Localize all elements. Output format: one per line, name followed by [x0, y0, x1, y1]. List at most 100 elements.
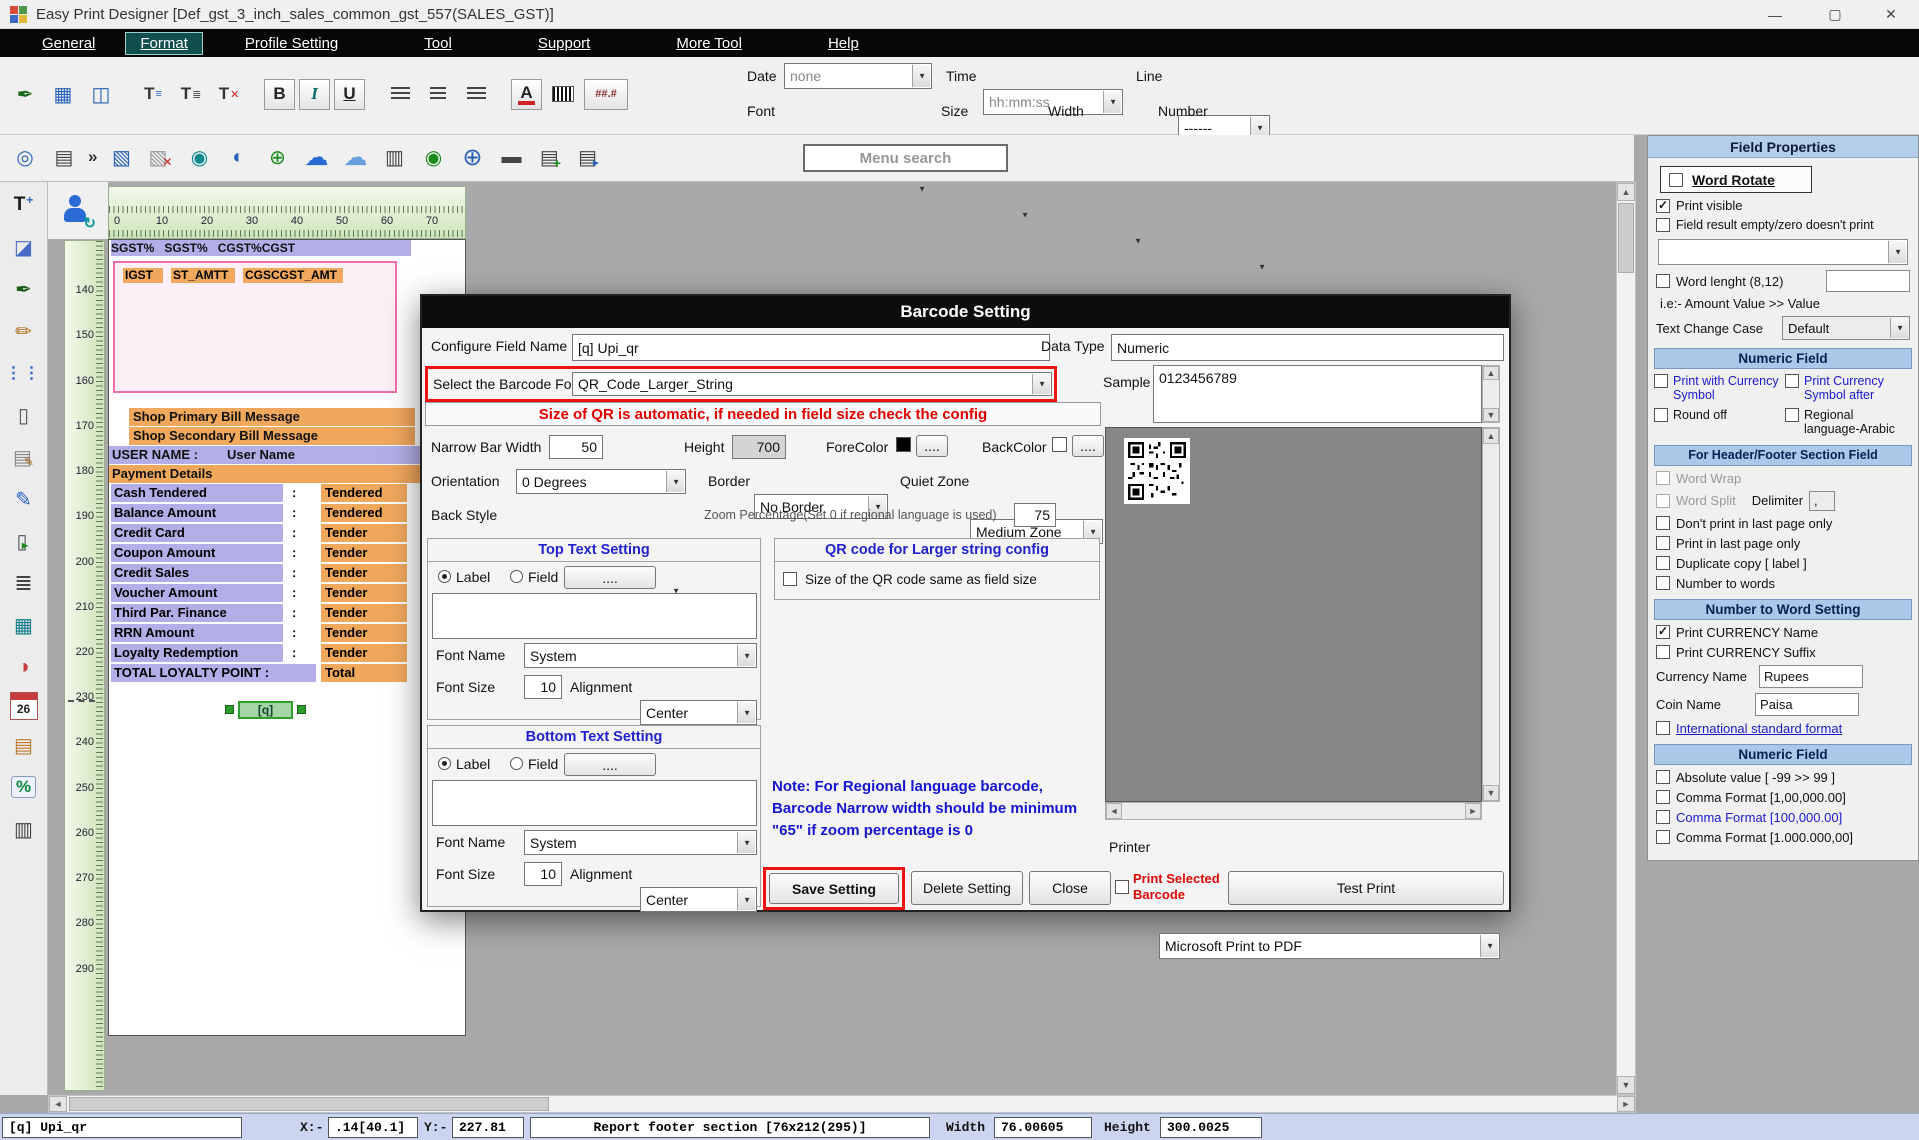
top-font-name-dropdown[interactable]: System — [524, 643, 757, 668]
primary-message-field[interactable]: Shop Primary Bill Message — [129, 408, 415, 426]
globe-icon[interactable] — [455, 140, 489, 174]
text-delete-icon[interactable] — [212, 77, 246, 111]
tax-section-box[interactable]: IGST ST_AMTT CGSCGST_AMT — [113, 261, 397, 393]
delimiter-input[interactable]: , — [1809, 491, 1835, 511]
barcode-font-dropdown[interactable]: QR_Code_Larger_String — [572, 372, 1052, 396]
word-length-checkbox[interactable] — [1656, 274, 1670, 288]
barcode-icon[interactable] — [546, 77, 580, 111]
receipt-row[interactable]: Balance Amount : Tendered — [109, 504, 465, 522]
user-refresh-icon[interactable] — [60, 194, 94, 228]
sample-scrollbar[interactable]: ▲ ▼ — [1482, 365, 1500, 423]
configure-field-name-input[interactable]: [q] Upi_qr — [572, 334, 1050, 361]
preview-scroll-left-icon[interactable]: ◄ — [1106, 803, 1122, 819]
notebook-tool-icon[interactable] — [7, 728, 41, 762]
backcolor-swatch[interactable] — [1052, 437, 1067, 452]
menu-support[interactable]: Support — [534, 33, 595, 54]
numbered-list-tool-icon[interactable] — [7, 566, 41, 600]
maximize-button[interactable]: ▢ — [1812, 0, 1858, 29]
number-to-words-checkbox[interactable] — [1656, 576, 1670, 590]
preview-scroll-down-icon[interactable]: ▼ — [1483, 785, 1499, 801]
gst-row-field[interactable]: SGST% SGST% CGST%CGST — [111, 240, 411, 256]
edit-document-tool-icon[interactable] — [7, 440, 41, 474]
word-rotate-checkbox[interactable] — [1669, 173, 1683, 187]
table-column-icon[interactable] — [84, 77, 118, 111]
text-align-field-icon[interactable] — [136, 77, 170, 111]
align-justify-icon[interactable] — [421, 77, 455, 111]
menu-help[interactable]: Help — [824, 33, 863, 54]
blank-page-tool-icon[interactable] — [7, 398, 41, 432]
delete-setting-button[interactable]: Delete Setting — [911, 871, 1023, 905]
bottom-text-value-area[interactable] — [432, 780, 757, 826]
print-last-checkbox[interactable] — [1656, 536, 1670, 550]
bold-icon[interactable]: B — [264, 79, 295, 110]
close-button-dialog[interactable]: Close — [1029, 871, 1111, 905]
currency-name-input[interactable]: Rupees — [1759, 665, 1863, 688]
printer-export-icon[interactable] — [572, 140, 606, 174]
comma-format-3-checkbox[interactable] — [1656, 830, 1670, 844]
dots-tool-icon[interactable] — [7, 356, 41, 390]
currency-symbol-checkbox[interactable] — [1654, 374, 1668, 388]
fax-machine-icon[interactable] — [377, 140, 411, 174]
barcode-preview-area[interactable] — [1105, 427, 1482, 802]
word-rotate-button[interactable]: Word Rotate — [1660, 166, 1812, 193]
top-label-radio[interactable] — [438, 570, 451, 583]
text-lines-icon[interactable] — [174, 77, 208, 111]
image-tool-icon[interactable] — [7, 230, 41, 264]
printer-dropdown[interactable]: Microsoft Print to PDF — [1159, 933, 1500, 959]
save-setting-button[interactable]: Save Setting — [769, 873, 899, 904]
export-document-tool-icon[interactable] — [7, 524, 41, 558]
menu-tool[interactable]: Tool — [420, 33, 456, 54]
word-wrap-checkbox[interactable] — [1656, 471, 1670, 485]
bottom-font-name-dropdown[interactable]: System — [524, 830, 757, 855]
test-print-button[interactable]: Test Print — [1228, 871, 1504, 905]
table-report-tool-icon[interactable] — [7, 608, 41, 642]
top-field-radio[interactable] — [510, 570, 523, 583]
menu-more-tool[interactable]: More Tool — [672, 33, 746, 54]
horizontal-scroll-thumb[interactable] — [69, 1097, 549, 1111]
print-preview-icon[interactable] — [8, 140, 42, 174]
zoom-percentage-input[interactable]: 75 — [1014, 503, 1056, 527]
more-tools-chevron-icon[interactable]: » — [86, 147, 99, 167]
top-text-picker-button[interactable]: .... — [564, 566, 656, 589]
receipt-row[interactable]: Voucher Amount : Tender — [109, 584, 465, 602]
align-left-icon[interactable] — [383, 77, 417, 111]
title-bar[interactable]: Easy Print Designer [Def_gst_3_inch_sale… — [0, 0, 1919, 29]
sample-input[interactable]: 0123456789 — [1153, 365, 1482, 423]
receipt-row[interactable]: RRN Amount : Tender — [109, 624, 465, 642]
bottom-text-picker-button[interactable]: .... — [564, 753, 656, 776]
preview-vertical-scrollbar[interactable]: ▲ ▼ — [1482, 427, 1500, 802]
bottom-label-radio[interactable] — [438, 757, 451, 770]
font-color-icon[interactable]: A — [511, 79, 542, 110]
duplicate-copy-checkbox[interactable] — [1656, 556, 1670, 570]
regional-language-checkbox[interactable] — [1785, 408, 1799, 422]
pencil-tool-icon[interactable] — [7, 314, 41, 348]
word-length-input[interactable] — [1826, 270, 1910, 292]
vertical-scroll-thumb[interactable] — [1618, 203, 1634, 273]
signature-pen-icon[interactable] — [8, 77, 42, 111]
cloud-download-icon[interactable] — [338, 140, 372, 174]
scroll-up-arrow-icon[interactable]: ▲ — [1617, 183, 1635, 201]
printer-stack-tool-icon[interactable] — [7, 812, 41, 846]
payment-details-header[interactable]: Payment Details — [109, 465, 465, 483]
forecolor-swatch[interactable] — [896, 437, 911, 452]
memory-chip-icon[interactable] — [494, 140, 528, 174]
selection-handle-right[interactable] — [297, 705, 306, 714]
round-off-checkbox[interactable] — [1654, 408, 1668, 422]
canvas-vertical-scrollbar[interactable]: ▲ ▼ — [1616, 182, 1636, 1095]
international-format-checkbox[interactable] — [1656, 721, 1670, 735]
currency-symbol-after-checkbox[interactable] — [1785, 374, 1799, 388]
preview-scroll-right-icon[interactable]: ► — [1465, 803, 1481, 819]
design-page[interactable]: SGST% SGST% CGST%CGST IGST ST_AMTT CGSCG… — [108, 239, 466, 1036]
sample-scroll-up-icon[interactable]: ▲ — [1483, 366, 1499, 380]
scroll-left-arrow-icon[interactable]: ◄ — [49, 1096, 67, 1112]
printer-add-icon[interactable] — [533, 140, 567, 174]
receipt-row[interactable]: Credit Card : Tender — [109, 524, 465, 542]
top-font-size-input[interactable]: 10 — [524, 675, 562, 699]
top-text-value-area[interactable] — [432, 593, 757, 639]
cgst-amt-field[interactable]: CGSCGST_AMT — [243, 268, 343, 283]
sample-scroll-down-icon[interactable]: ▼ — [1483, 408, 1499, 422]
number-format-icon[interactable]: ##.# — [584, 79, 628, 110]
coin-name-input[interactable]: Paisa — [1755, 693, 1859, 716]
bottom-field-radio[interactable] — [510, 757, 523, 770]
percent-tool-icon[interactable]: % — [7, 770, 41, 804]
